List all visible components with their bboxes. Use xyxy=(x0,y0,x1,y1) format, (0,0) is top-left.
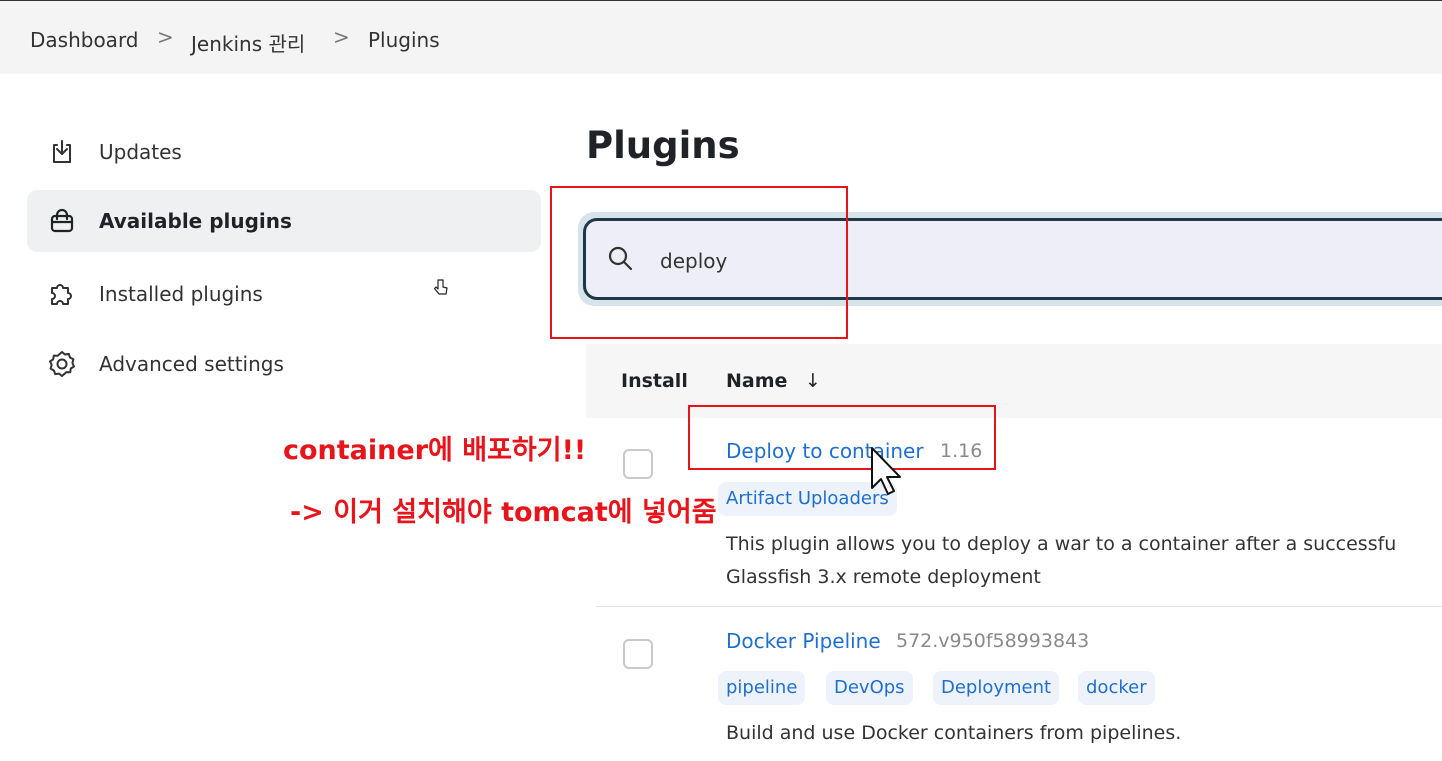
page-title: Plugins xyxy=(586,124,740,167)
sidebar-item-label: Available plugins xyxy=(99,209,292,233)
plugin-version: 572.v950f58993843 xyxy=(896,630,1090,652)
puzzle-icon xyxy=(47,279,77,309)
plugin-name-link[interactable]: Docker Pipeline xyxy=(726,629,881,653)
sidebar-item-label: Installed plugins xyxy=(99,282,263,306)
sort-arrow-icon[interactable]: ↓ xyxy=(805,370,821,392)
plugin-tag[interactable]: DevOps xyxy=(826,671,913,705)
annotation-line-1: container에 배포하기!! xyxy=(283,435,587,466)
sidebar-item-label: Advanced settings xyxy=(99,352,284,376)
breadcrumb: Dashboard > Jenkins 관리 > Plugins xyxy=(0,0,1442,74)
sidebar-item-advanced-settings[interactable]: Advanced settings xyxy=(27,333,541,395)
plugin-tag[interactable]: Deployment xyxy=(933,671,1060,705)
plugin-tag[interactable]: docker xyxy=(1078,671,1155,705)
shopping-bag-icon xyxy=(47,206,77,236)
gear-icon xyxy=(47,349,77,379)
breadcrumb-plugins[interactable]: Plugins xyxy=(368,28,440,52)
column-header-name[interactable]: Name xyxy=(726,370,787,392)
plugin-description: Glassfish 3.x remote deployment xyxy=(726,566,1041,588)
install-checkbox[interactable] xyxy=(623,449,653,479)
install-checkbox[interactable] xyxy=(623,639,653,669)
sidebar-item-label: Updates xyxy=(99,140,182,164)
breadcrumb-separator: > xyxy=(157,25,174,49)
column-header-install: Install xyxy=(621,370,688,392)
breadcrumb-dashboard[interactable]: Dashboard xyxy=(30,28,139,52)
highlight-box-search xyxy=(550,186,848,339)
breadcrumb-jenkins-manage[interactable]: Jenkins 관리 xyxy=(191,28,305,57)
highlight-box-plugin xyxy=(688,405,996,470)
download-icon xyxy=(47,137,77,167)
row-divider xyxy=(596,606,1442,607)
sidebar-item-available-plugins[interactable]: Available plugins xyxy=(27,190,541,252)
plugin-description: This plugin allows you to deploy a war t… xyxy=(726,533,1397,555)
plugin-description: Build and use Docker containers from pip… xyxy=(726,722,1182,744)
mouse-pointer-icon xyxy=(871,447,901,495)
sidebar-item-updates[interactable]: Updates xyxy=(27,121,541,183)
sidebar-item-installed-plugins[interactable]: Installed plugins xyxy=(27,263,541,325)
plugin-tag[interactable]: pipeline xyxy=(718,671,806,705)
breadcrumb-separator: > xyxy=(333,25,350,49)
annotation-line-2: -> 이거 설치해야 tomcat에 넣어줌 xyxy=(290,497,717,528)
hand-cursor-icon xyxy=(433,279,448,295)
